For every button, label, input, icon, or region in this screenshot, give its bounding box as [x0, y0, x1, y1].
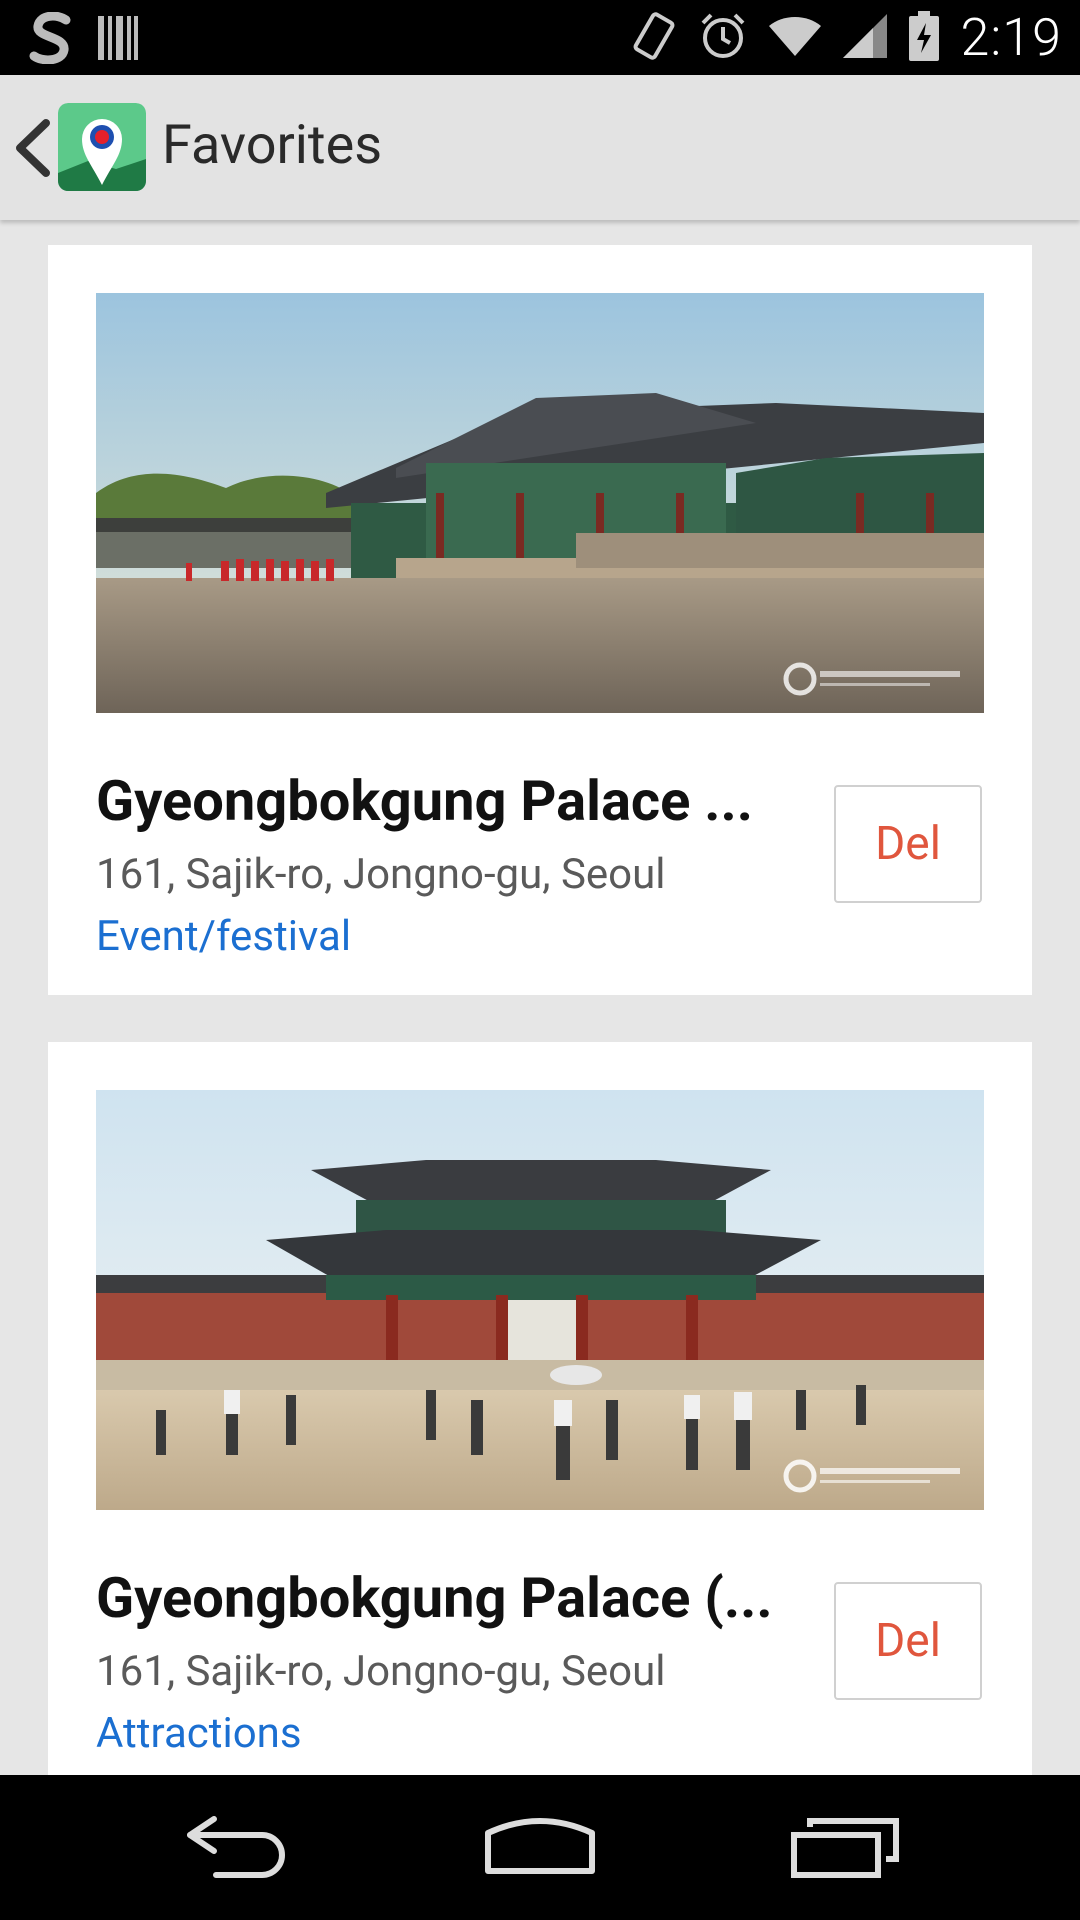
app-map-pin-icon[interactable]: [58, 103, 146, 191]
vibrate-icon: [631, 10, 677, 66]
favorites-list[interactable]: Gyeongbokgung Palace ... 161, Sajik-ro, …: [0, 220, 1080, 1775]
place-title[interactable]: Gyeongbokgung Palace (...: [96, 1564, 861, 1632]
nav-back-icon[interactable]: [180, 1805, 300, 1895]
place-category[interactable]: Event/festival: [96, 911, 351, 963]
battery-icon: [908, 11, 939, 65]
barcode-icon: [98, 14, 138, 66]
place-address: 161, Sajik-ro, Jongno-gu, Seoul: [96, 1647, 666, 1696]
alarm-icon: [699, 11, 747, 65]
place-title[interactable]: Gyeongbokgung Palace ...: [96, 767, 861, 835]
nav-home-icon[interactable]: [480, 1805, 600, 1895]
place-category[interactable]: Attractions: [96, 1708, 302, 1760]
delete-button[interactable]: Del: [834, 1582, 982, 1700]
back-icon[interactable]: [10, 113, 54, 183]
wifi-icon: [768, 14, 821, 62]
favorite-card[interactable]: Gyeongbokgung Palace (... 161, Sajik-ro,…: [48, 1042, 1032, 1775]
navigation-bar: [0, 1775, 1080, 1920]
page-title: Favorites: [162, 114, 383, 177]
signal-icon: [842, 14, 887, 62]
place-photo: [96, 293, 984, 713]
clock: 2:19: [960, 7, 1062, 68]
status-bar: 2:19: [0, 0, 1080, 75]
app-bar: Favorites: [0, 75, 1080, 220]
place-photo: [96, 1090, 984, 1510]
place-address: 161, Sajik-ro, Jongno-gu, Seoul: [96, 850, 666, 899]
delete-button[interactable]: Del: [834, 785, 982, 903]
nav-recents-icon[interactable]: [790, 1805, 910, 1895]
favorite-card[interactable]: Gyeongbokgung Palace ... 161, Sajik-ro, …: [48, 245, 1032, 995]
simplayer-icon: [28, 11, 76, 68]
